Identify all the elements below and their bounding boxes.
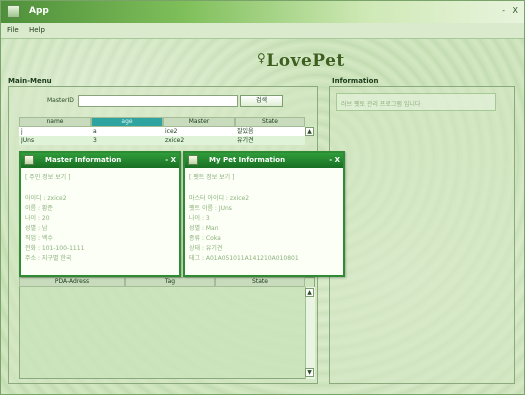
master-info-line: 아이디 : zxice2	[25, 195, 67, 202]
pet-info-line: 성별 : Man	[189, 225, 219, 232]
menu-help[interactable]: Help	[29, 26, 45, 34]
master-information-window[interactable]: Master Information - X [ 주인 정보 보기 ] 아이디 …	[19, 151, 181, 277]
pet-window-controls: - X	[329, 153, 340, 168]
information-text: 러브 펫토 관리 프로그램 입니다	[341, 101, 421, 108]
close-button[interactable]: X	[171, 156, 176, 164]
pet-information-window[interactable]: My Pet Information - X [ 펫트 정보 보기 ] 마스터 …	[183, 151, 345, 277]
master-info-line: 나이 : 20	[25, 215, 50, 222]
cell-state: 유기견	[237, 137, 254, 144]
lower-table	[19, 277, 315, 379]
cell-age: 3	[93, 137, 97, 144]
information-title: Information	[332, 77, 379, 85]
pet-info-line: 펫트 이름 : JUns	[189, 205, 232, 212]
column-header-age[interactable]: age	[91, 117, 163, 127]
pet-info-header: [ 펫트 정보 보기 ]	[189, 174, 235, 181]
master-window-body: [ 주인 정보 보기 ] 아이디 : zxice2 이름 : 황준 나이 : 2…	[21, 168, 179, 275]
master-window-title: Master Information	[45, 156, 122, 164]
brand-text: LovePet	[266, 51, 345, 71]
cell-master: ice2	[165, 128, 178, 135]
column-header-state[interactable]: State	[215, 277, 305, 287]
table-row[interactable]: j a ice2 잘있음	[19, 127, 305, 136]
minimize-button[interactable]: -	[329, 156, 332, 164]
information-panel: 러브 펫토 관리 프로그램 입니다	[329, 86, 515, 384]
pet-window-title: My Pet Information	[209, 156, 286, 164]
pet-info-line: 마스터 아이디 : zxice2	[189, 195, 250, 202]
column-header-pda-address[interactable]: PDA-Adress	[19, 277, 125, 287]
master-info-header: [ 주인 정보 보기 ]	[25, 174, 71, 181]
master-window-titlebar[interactable]: Master Information - X	[21, 153, 179, 168]
minimize-button[interactable]: -	[165, 156, 168, 164]
master-info-line: 주소 : 지구별 한국	[25, 255, 72, 262]
minimize-button[interactable]: -	[502, 6, 505, 15]
window-controls: - X	[497, 6, 518, 15]
cell-state: 잘있음	[237, 128, 254, 135]
master-info-line: 직업 : 백수	[25, 235, 53, 242]
app-icon	[7, 5, 20, 18]
information-text-box: 러브 펫토 관리 프로그램 입니다	[336, 93, 496, 111]
pet-info-line: 나이 : 3	[189, 215, 210, 222]
menu-file[interactable]: File	[7, 26, 19, 34]
pet-info-line: 상태 : 유기견	[189, 245, 223, 252]
master-id-input[interactable]	[78, 95, 238, 107]
brand-logo: ♀LovePet	[257, 51, 345, 71]
window-icon	[188, 155, 198, 165]
close-button[interactable]: X	[335, 156, 340, 164]
column-header-master[interactable]: Master	[163, 117, 235, 127]
master-info-line: 전화 : 101-100-1111	[25, 245, 85, 252]
pet-window-body: [ 펫트 정보 보기 ] 마스터 아이디 : zxice2 펫트 이름 : JU…	[185, 168, 343, 275]
app-window: App - X File Help ♀LovePet Main-Menu Mas…	[0, 0, 525, 395]
scroll-up-button[interactable]: ▲	[305, 288, 314, 297]
table-row[interactable]: JUns 3 zxice2 유기견	[19, 136, 305, 145]
scroll-down-button[interactable]: ▼	[305, 368, 314, 377]
master-info-line: 이름 : 황준	[25, 205, 53, 212]
title-bar[interactable]: App - X	[1, 1, 524, 23]
pet-icon: ♀	[257, 51, 267, 65]
window-icon	[24, 155, 34, 165]
master-window-controls: - X	[165, 153, 176, 168]
master-id-label: MasterID	[47, 97, 74, 104]
menu-bar: File Help	[1, 23, 524, 39]
cell-name: j	[21, 128, 23, 135]
pet-info-line: 태그 : A01A051011A141210A010801	[189, 255, 299, 262]
cell-age: a	[93, 128, 97, 135]
column-header-tag[interactable]: Tag	[125, 277, 215, 287]
cell-master: zxice2	[165, 137, 185, 144]
scrollbar-track[interactable]	[305, 287, 315, 379]
cell-name: JUns	[21, 137, 35, 144]
column-header-name[interactable]: name	[19, 117, 91, 127]
master-info-line: 성별 : 남	[25, 225, 48, 232]
pet-window-titlebar[interactable]: My Pet Information - X	[185, 153, 343, 168]
column-header-state[interactable]: State	[235, 117, 305, 127]
pet-info-line: 종류 : Coka	[189, 235, 221, 242]
scroll-up-button[interactable]: ▲	[305, 127, 314, 136]
search-button[interactable]: 검색	[240, 95, 283, 107]
main-menu-title: Main-Menu	[8, 77, 52, 85]
close-button[interactable]: X	[513, 6, 518, 15]
window-title: App	[29, 6, 49, 16]
